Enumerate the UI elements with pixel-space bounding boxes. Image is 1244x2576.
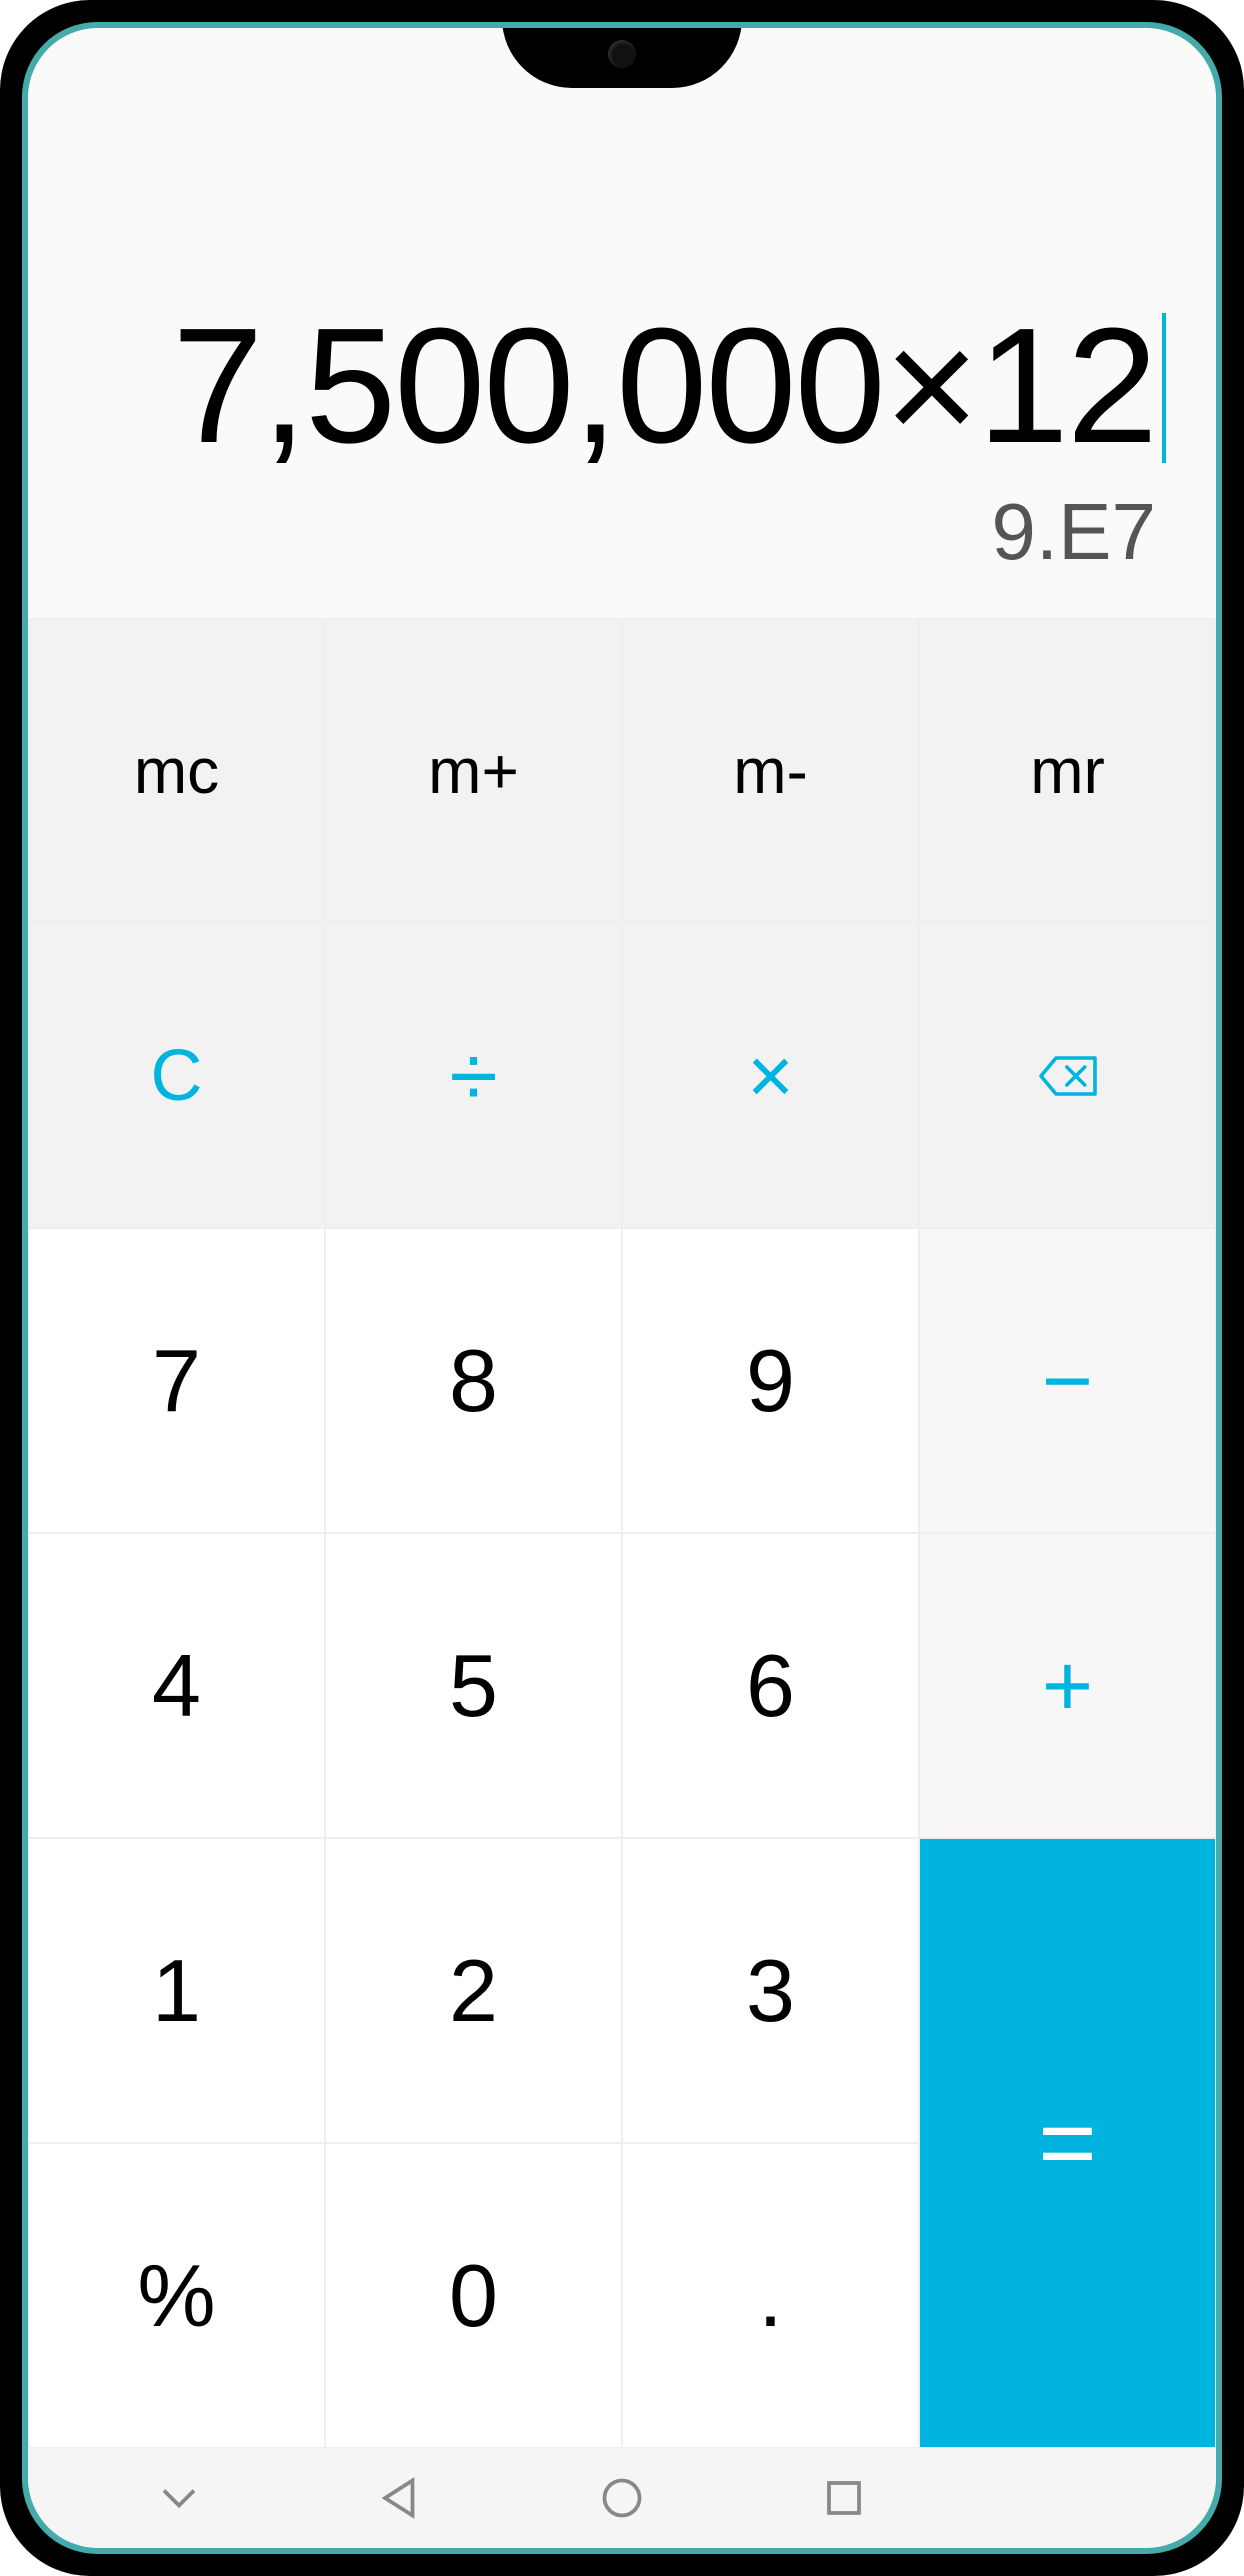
digit-6-button[interactable]: 6 <box>622 1533 919 1838</box>
decimal-button[interactable]: . <box>622 2143 919 2448</box>
clear-button[interactable]: C <box>28 923 325 1228</box>
memory-clear-button[interactable]: mc <box>28 618 325 923</box>
phone-frame: 7,500,000×12 9.E7 mc m+ m- mr C ÷ × <box>0 0 1244 2576</box>
digit-0-button[interactable]: 0 <box>325 2143 622 2448</box>
expression-text[interactable]: 7,500,000×12 <box>78 296 1166 476</box>
nav-spacer <box>1040 2473 1090 2523</box>
digit-3-button[interactable]: 3 <box>622 1838 919 2143</box>
circle-home-icon <box>597 2473 647 2523</box>
result-text: 9.E7 <box>78 486 1166 578</box>
digit-4-button[interactable]: 4 <box>28 1533 325 1838</box>
nav-home-button[interactable] <box>597 2473 647 2523</box>
digit-5-button[interactable]: 5 <box>325 1533 622 1838</box>
backspace-button[interactable] <box>919 923 1216 1228</box>
backspace-icon <box>1038 1046 1098 1106</box>
screen: 7,500,000×12 9.E7 mc m+ m- mr C ÷ × <box>28 28 1216 2548</box>
digit-9-button[interactable]: 9 <box>622 1228 919 1533</box>
digit-7-button[interactable]: 7 <box>28 1228 325 1533</box>
memory-recall-button[interactable]: mr <box>919 618 1216 923</box>
android-navbar <box>28 2448 1216 2548</box>
plus-button[interactable]: + <box>919 1533 1216 1838</box>
phone-bezel: 7,500,000×12 9.E7 mc m+ m- mr C ÷ × <box>22 22 1222 2554</box>
divide-button[interactable]: ÷ <box>325 923 622 1228</box>
triangle-back-icon <box>375 2473 425 2523</box>
digit-2-button[interactable]: 2 <box>325 1838 622 2143</box>
text-cursor <box>1162 313 1166 463</box>
nav-recents-button[interactable] <box>819 2473 869 2523</box>
minus-button[interactable]: − <box>919 1228 1216 1533</box>
nav-back-button[interactable] <box>375 2473 425 2523</box>
nav-collapse-button[interactable] <box>154 2473 204 2523</box>
multiply-button[interactable]: × <box>622 923 919 1228</box>
expression-value: 7,500,000×12 <box>172 294 1156 477</box>
percent-button[interactable]: % <box>28 2143 325 2448</box>
square-recents-icon <box>819 2473 869 2523</box>
digit-8-button[interactable]: 8 <box>325 1228 622 1533</box>
equals-button[interactable]: = <box>919 1838 1216 2448</box>
memory-plus-button[interactable]: m+ <box>325 618 622 923</box>
notch <box>502 28 742 88</box>
keypad: mc m+ m- mr C ÷ × 7 8 9 − 4 5 <box>28 618 1216 2448</box>
digit-1-button[interactable]: 1 <box>28 1838 325 2143</box>
calculator-display: 7,500,000×12 9.E7 <box>28 28 1216 618</box>
chevron-down-icon <box>154 2473 204 2523</box>
memory-minus-button[interactable]: m- <box>622 618 919 923</box>
